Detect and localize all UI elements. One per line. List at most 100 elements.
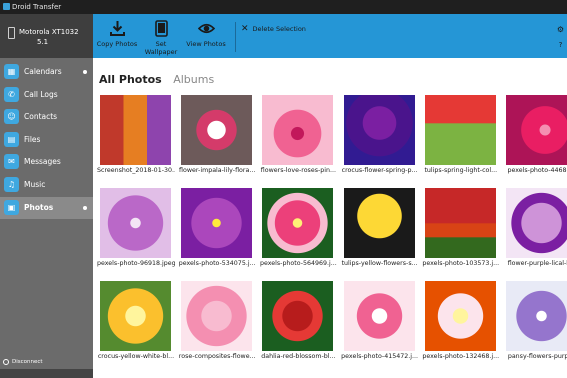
photo-grid: Screenshot_2018-01-30... flower-impala-li…: [97, 93, 567, 378]
disconnect-button[interactable]: Disconnect: [0, 356, 93, 368]
photo-caption: rose-composites-flowe...: [178, 353, 256, 360]
toolbar: Copy Photos Set Wallpaper View Photos ✕ D…: [93, 14, 567, 58]
photo-caption: dahlia-red-blossom-bl...: [261, 353, 336, 360]
sidebar-item-call-logs[interactable]: ✆ Call Logs: [0, 84, 93, 106]
photo-thumbnail: [506, 95, 567, 165]
sidebar-item-calendars[interactable]: ▦ Calendars: [0, 61, 93, 83]
photo-thumbnail: [506, 281, 567, 351]
photo-thumbnail: [262, 188, 334, 258]
photo-caption: flower-purple-lical-b...: [507, 260, 567, 267]
photo-tile[interactable]: crocus-flower-spring-p...: [341, 93, 418, 174]
sidebar-item-label: Files: [24, 134, 41, 144]
photo-caption: flower-impala-lily-flora...: [179, 167, 256, 174]
photo-thumbnail: [100, 95, 171, 165]
sidebar-item-photos[interactable]: ▣ Photos: [0, 196, 93, 219]
sync-dot-icon: [83, 70, 87, 74]
sidebar-item-files[interactable]: ▤ Files: [0, 129, 93, 151]
view-photos-button[interactable]: View Photos: [184, 16, 228, 56]
sidebar-item-label: Messages: [24, 157, 61, 167]
photo-caption: tulips-spring-light-col...: [424, 167, 498, 174]
photo-tile[interactable]: pexels-photo-44688...: [503, 93, 567, 174]
view-photos-label: View Photos: [186, 40, 226, 48]
photo-tile[interactable]: pexels-photo-415472.j...: [341, 279, 418, 360]
photo-tile[interactable]: pexels-photo-103573.j...: [422, 186, 500, 267]
photo-tile[interactable]: flowers-love-roses-pin...: [259, 93, 336, 174]
copy-photos-button[interactable]: Copy Photos: [95, 16, 139, 56]
toolbar-divider: [235, 22, 236, 52]
messages-icon: ✉: [4, 154, 19, 170]
photo-caption: pexels-photo-103573.j...: [422, 260, 500, 267]
files-icon: ▤: [4, 131, 19, 147]
device-panel[interactable]: Motorola XT1032 5.1: [0, 14, 93, 58]
title-bar: Droid Transfer: [0, 0, 567, 14]
photo-caption: pexels-photo-564969.j...: [259, 260, 337, 267]
disconnect-label: Disconnect: [12, 359, 43, 365]
set-wallpaper-button[interactable]: Set Wallpaper: [139, 16, 183, 56]
sidebar-item-music[interactable]: ♫ Music: [0, 174, 93, 196]
photo-caption: pexels-photo-132468.j...: [422, 353, 500, 360]
sidebar-item-contacts[interactable]: ☺ Contacts: [0, 106, 93, 128]
app-icon: [3, 3, 10, 10]
photo-tabs: All Photos Albums: [99, 73, 222, 86]
photo-tile[interactable]: rose-composites-flowe...: [178, 279, 256, 360]
photo-caption: crocus-flower-spring-p...: [341, 167, 418, 174]
photo-tile[interactable]: tulips-spring-light-col...: [422, 93, 498, 174]
delete-selection-button[interactable]: ✕ Delete Selection: [241, 24, 306, 34]
eye-icon: [197, 23, 215, 34]
sidebar-item-messages[interactable]: ✉ Messages: [0, 151, 93, 173]
tab-all-photos[interactable]: All Photos: [99, 73, 162, 86]
phone-icon: ✆: [4, 86, 19, 102]
photo-thumbnail: [343, 281, 415, 351]
sidebar: Motorola XT1032 5.1 ▦ Calendars ✆ Call Logs…: [0, 14, 93, 378]
phone-icon: [8, 27, 15, 39]
sidebar-item-label: Contacts: [24, 112, 58, 122]
device-version: 5.1: [37, 38, 49, 46]
photo-thumbnail: [424, 188, 496, 258]
photo-thumbnail: [262, 281, 334, 351]
help-icon[interactable]: ?: [556, 41, 565, 50]
window-title: Droid Transfer: [12, 3, 62, 11]
sync-dot-icon: [83, 205, 87, 210]
device-name: Motorola XT1032: [19, 28, 79, 36]
photo-thumbnail: [100, 188, 171, 258]
photo-tile[interactable]: pexels-photo-96918.jpeg: [97, 186, 175, 267]
download-icon: [109, 21, 125, 36]
calendar-icon: ▦: [4, 64, 19, 79]
contacts-icon: ☺: [4, 109, 19, 125]
photos-icon: ▣: [4, 199, 19, 215]
close-icon: ✕: [241, 24, 249, 34]
photo-tile[interactable]: pexels-photo-564969.j...: [259, 186, 337, 267]
settings-gear-icon[interactable]: ⚙: [556, 25, 565, 34]
photo-tile[interactable]: flower-purple-lical-b...: [503, 186, 567, 267]
photo-thumbnail: [343, 188, 415, 258]
tab-albums[interactable]: Albums: [173, 73, 214, 86]
photo-tile[interactable]: pexels-photo-132468.j...: [422, 279, 500, 360]
photo-thumbnail: [343, 95, 415, 165]
photo-caption: pexels-photo-534075.j...: [178, 260, 256, 267]
photo-thumbnail: [181, 95, 253, 165]
photo-thumbnail: [424, 95, 496, 165]
photo-tile[interactable]: pansy-flowers-purpl...: [503, 279, 567, 360]
photo-caption: pexels-photo-96918.jpeg: [97, 260, 175, 267]
photo-tile[interactable]: dahlia-red-blossom-bl...: [259, 279, 336, 360]
photo-thumbnail: [181, 281, 253, 351]
sidebar-item-label: Call Logs: [24, 89, 58, 99]
photo-tile[interactable]: pexels-photo-534075.j...: [178, 186, 256, 267]
photo-tile[interactable]: crocus-yellow-white-bl...: [97, 279, 175, 360]
photo-tile[interactable]: Screenshot_2018-01-30...: [97, 93, 175, 174]
photo-tile[interactable]: tulips-yellow-flowers-s...: [341, 186, 418, 267]
photo-caption: tulips-yellow-flowers-s...: [341, 260, 418, 267]
photo-thumbnail: [424, 281, 496, 351]
sidebar-item-label: Calendars: [24, 67, 62, 76]
copy-photos-label: Copy Photos: [96, 40, 138, 48]
photo-caption: flowers-love-roses-pin...: [260, 167, 336, 174]
photo-caption: crocus-yellow-white-bl...: [97, 353, 175, 360]
delete-selection-label: Delete Selection: [252, 25, 306, 33]
photo-thumbnail: [262, 95, 334, 165]
disconnect-icon: [3, 359, 9, 365]
photo-tile[interactable]: flower-impala-lily-flora...: [178, 93, 256, 174]
wallpaper-icon: [154, 20, 168, 37]
sidebar-item-label: Music: [24, 179, 46, 189]
photo-thumbnail: [100, 281, 171, 351]
photo-caption: Screenshot_2018-01-30...: [97, 167, 175, 174]
